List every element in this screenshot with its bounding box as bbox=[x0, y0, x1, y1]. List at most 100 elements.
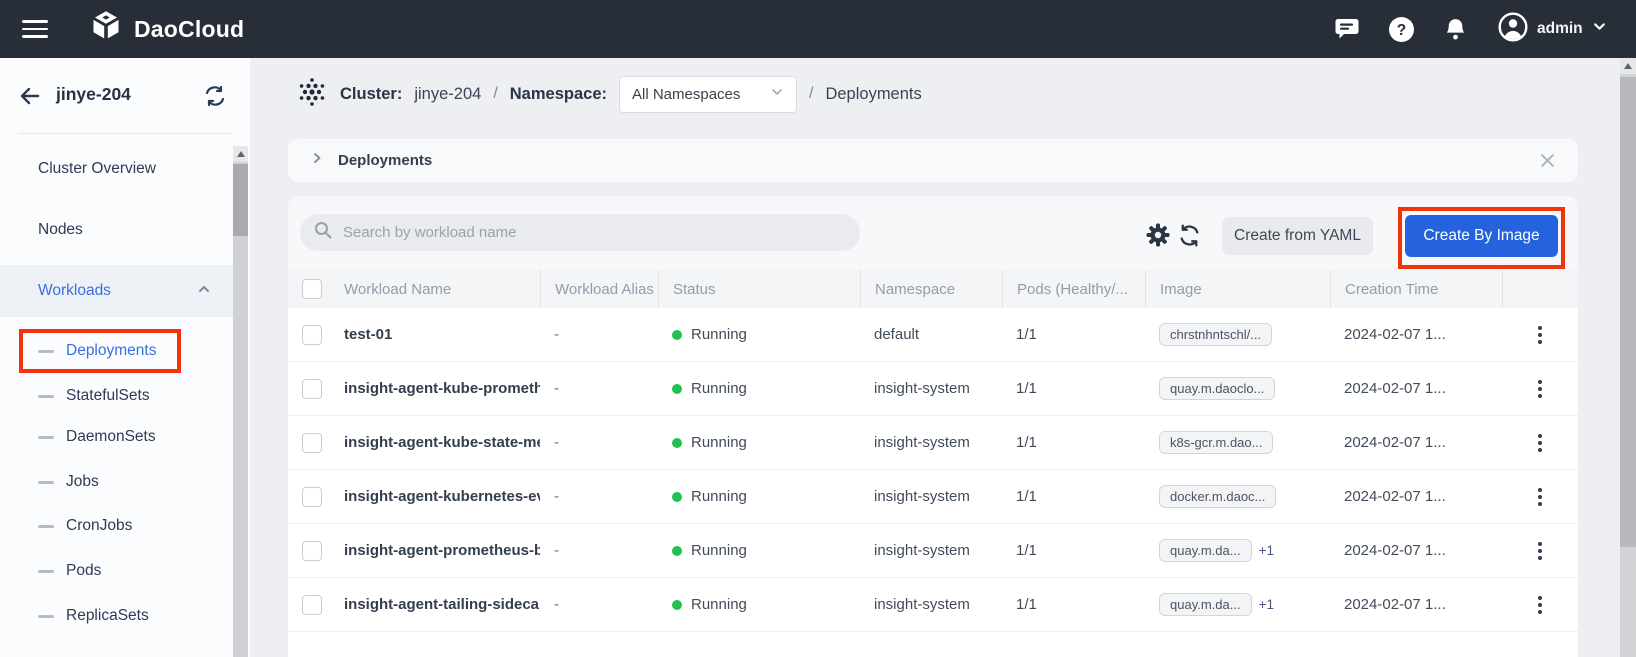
sidebar-item-cronjobs[interactable]: CronJobs bbox=[0, 504, 233, 548]
table-row[interactable]: insight-agent-kube-prometh-... - Running… bbox=[288, 362, 1578, 416]
sidebar-item-workloads[interactable]: Workloads bbox=[0, 265, 233, 317]
status-text: Running bbox=[691, 596, 747, 613]
panel-title: Deployments bbox=[338, 152, 432, 169]
sidebar-item-daemonsets[interactable]: DaemonSets bbox=[0, 415, 233, 459]
workloads-card: Create from YAML Create By Image Workloa… bbox=[288, 196, 1578, 657]
image-chip[interactable]: k8s-gcr.m.dao... bbox=[1159, 431, 1273, 454]
sidebar-item-pods[interactable]: Pods bbox=[0, 549, 233, 593]
pods-cell: 1/1 bbox=[1002, 596, 1145, 613]
username: admin bbox=[1537, 20, 1583, 38]
brand-text: DaoCloud bbox=[134, 16, 244, 43]
row-checkbox[interactable] bbox=[302, 325, 322, 345]
switch-cluster-icon[interactable] bbox=[203, 84, 227, 108]
chevron-right-icon[interactable] bbox=[310, 151, 324, 170]
bell-icon[interactable] bbox=[1443, 16, 1468, 43]
status-cell: Running bbox=[658, 488, 860, 505]
namespace-cell: insight-system bbox=[860, 380, 1002, 397]
workload-alias: - bbox=[540, 596, 658, 613]
close-icon[interactable] bbox=[1539, 152, 1556, 169]
column-header-image: Image bbox=[1145, 270, 1330, 308]
chevron-up-icon bbox=[197, 282, 211, 301]
image-chip[interactable]: docker.m.daoc... bbox=[1159, 485, 1276, 508]
table-row[interactable]: insight-agent-kubernetes-eve... - Runnin… bbox=[288, 470, 1578, 524]
workload-name-link[interactable]: test-01 bbox=[336, 326, 540, 343]
scroll-thumb[interactable] bbox=[233, 164, 248, 236]
sidebar-header: jinye-204 bbox=[0, 58, 250, 133]
kebab-menu-icon[interactable] bbox=[1530, 538, 1550, 564]
sidebar-item-cluster-overview[interactable]: Cluster Overview bbox=[0, 147, 233, 191]
table-row[interactable]: insight-agent-kube-state-met... - Runnin… bbox=[288, 416, 1578, 470]
image-chip[interactable]: chrstnhntschl/... bbox=[1159, 323, 1272, 346]
settings-gear-icon[interactable] bbox=[1145, 222, 1171, 248]
chat-icon[interactable] bbox=[1334, 16, 1360, 42]
kebab-menu-icon[interactable] bbox=[1530, 484, 1550, 510]
image-cell: k8s-gcr.m.dao... bbox=[1145, 431, 1330, 454]
user-menu[interactable]: admin bbox=[1498, 0, 1607, 58]
image-chip[interactable]: quay.m.daoclo... bbox=[1159, 377, 1275, 400]
dash-icon bbox=[38, 570, 54, 573]
back-arrow-icon[interactable] bbox=[18, 84, 42, 108]
image-chip[interactable]: quay.m.da... bbox=[1159, 593, 1252, 616]
row-checkbox[interactable] bbox=[302, 595, 322, 615]
breadcrumb: Cluster: jinye-204 / Namespace: All Name… bbox=[296, 70, 922, 118]
workload-alias: - bbox=[540, 380, 658, 397]
create-from-yaml-button[interactable]: Create from YAML bbox=[1222, 217, 1373, 255]
row-checkbox[interactable] bbox=[302, 433, 322, 453]
sidebar-item-nodes[interactable]: Nodes bbox=[0, 208, 233, 252]
sidebar-item-statefulsets[interactable]: StatefulSets bbox=[0, 374, 233, 418]
refresh-icon[interactable] bbox=[1177, 223, 1203, 249]
search-input[interactable] bbox=[341, 223, 846, 242]
pods-cell: 1/1 bbox=[1002, 380, 1145, 397]
hamburger-menu-icon[interactable] bbox=[22, 20, 48, 38]
namespace-cell: insight-system bbox=[860, 542, 1002, 559]
kebab-menu-icon[interactable] bbox=[1530, 376, 1550, 402]
image-chip[interactable]: quay.m.da... bbox=[1159, 539, 1252, 562]
scroll-up-arrow[interactable] bbox=[1620, 58, 1636, 74]
image-extra-count[interactable]: +1 bbox=[1259, 597, 1274, 612]
status-text: Running bbox=[691, 380, 747, 397]
main-scrollbar[interactable] bbox=[1620, 58, 1636, 657]
table-row[interactable]: insight-agent-prometheus-bla... - Runnin… bbox=[288, 524, 1578, 578]
sidebar-item-label: Deployments bbox=[66, 342, 156, 360]
kebab-menu-icon[interactable] bbox=[1530, 592, 1550, 618]
table-header: Workload Name Workload Alias Status Name… bbox=[288, 270, 1578, 308]
sidebar-item-deployments[interactable]: Deployments bbox=[0, 329, 233, 373]
brand-logo[interactable]: DaoCloud bbox=[88, 0, 244, 58]
workload-name-link[interactable]: insight-agent-kube-prometh-... bbox=[336, 380, 540, 397]
scroll-thumb[interactable] bbox=[1620, 77, 1636, 547]
search-icon bbox=[314, 221, 332, 244]
dash-icon bbox=[38, 395, 54, 398]
row-checkbox[interactable] bbox=[302, 541, 322, 561]
sidebar-item-replicasets[interactable]: ReplicaSets bbox=[0, 594, 233, 638]
image-extra-count[interactable]: +1 bbox=[1259, 543, 1274, 558]
create-by-image-button[interactable]: Create By Image bbox=[1405, 215, 1558, 257]
sidebar-item-label: StatefulSets bbox=[66, 387, 150, 405]
topbar: DaoCloud ? bbox=[0, 0, 1636, 58]
workload-name-link[interactable]: insight-agent-tailing-sidecar-... bbox=[336, 596, 540, 613]
status-dot bbox=[672, 330, 682, 340]
pods-cell: 1/1 bbox=[1002, 542, 1145, 559]
sidebar-item-label: ReplicaSets bbox=[66, 607, 149, 625]
status-cell: Running bbox=[658, 542, 860, 559]
svg-text:?: ? bbox=[1397, 22, 1406, 39]
scroll-up-arrow[interactable] bbox=[233, 146, 248, 162]
kebab-menu-icon[interactable] bbox=[1530, 322, 1550, 348]
workload-name-link[interactable]: insight-agent-prometheus-bla... bbox=[336, 542, 540, 559]
sidebar-item-label: Pods bbox=[66, 562, 101, 580]
help-icon[interactable]: ? bbox=[1388, 16, 1415, 43]
table-row[interactable]: test-01 - Running default 1/1 chrstnhnts… bbox=[288, 308, 1578, 362]
column-header-pods: Pods (Healthy/... bbox=[1002, 270, 1145, 308]
table-row[interactable]: insight-agent-tailing-sidecar-... - Runn… bbox=[288, 578, 1578, 632]
kebab-menu-icon[interactable] bbox=[1530, 430, 1550, 456]
namespace-select[interactable]: All Namespaces bbox=[619, 76, 797, 113]
workload-name-link[interactable]: insight-agent-kube-state-met... bbox=[336, 434, 540, 451]
row-checkbox[interactable] bbox=[302, 487, 322, 507]
status-text: Running bbox=[691, 434, 747, 451]
row-checkbox[interactable] bbox=[302, 379, 322, 399]
breadcrumb-cluster-value: jinye-204 bbox=[414, 85, 481, 104]
workload-alias: - bbox=[540, 488, 658, 505]
select-all-checkbox[interactable] bbox=[302, 279, 322, 299]
sidebar-item-jobs[interactable]: Jobs bbox=[0, 460, 233, 504]
sidebar-scrollbar[interactable] bbox=[233, 146, 248, 657]
workload-name-link[interactable]: insight-agent-kubernetes-eve... bbox=[336, 488, 540, 505]
